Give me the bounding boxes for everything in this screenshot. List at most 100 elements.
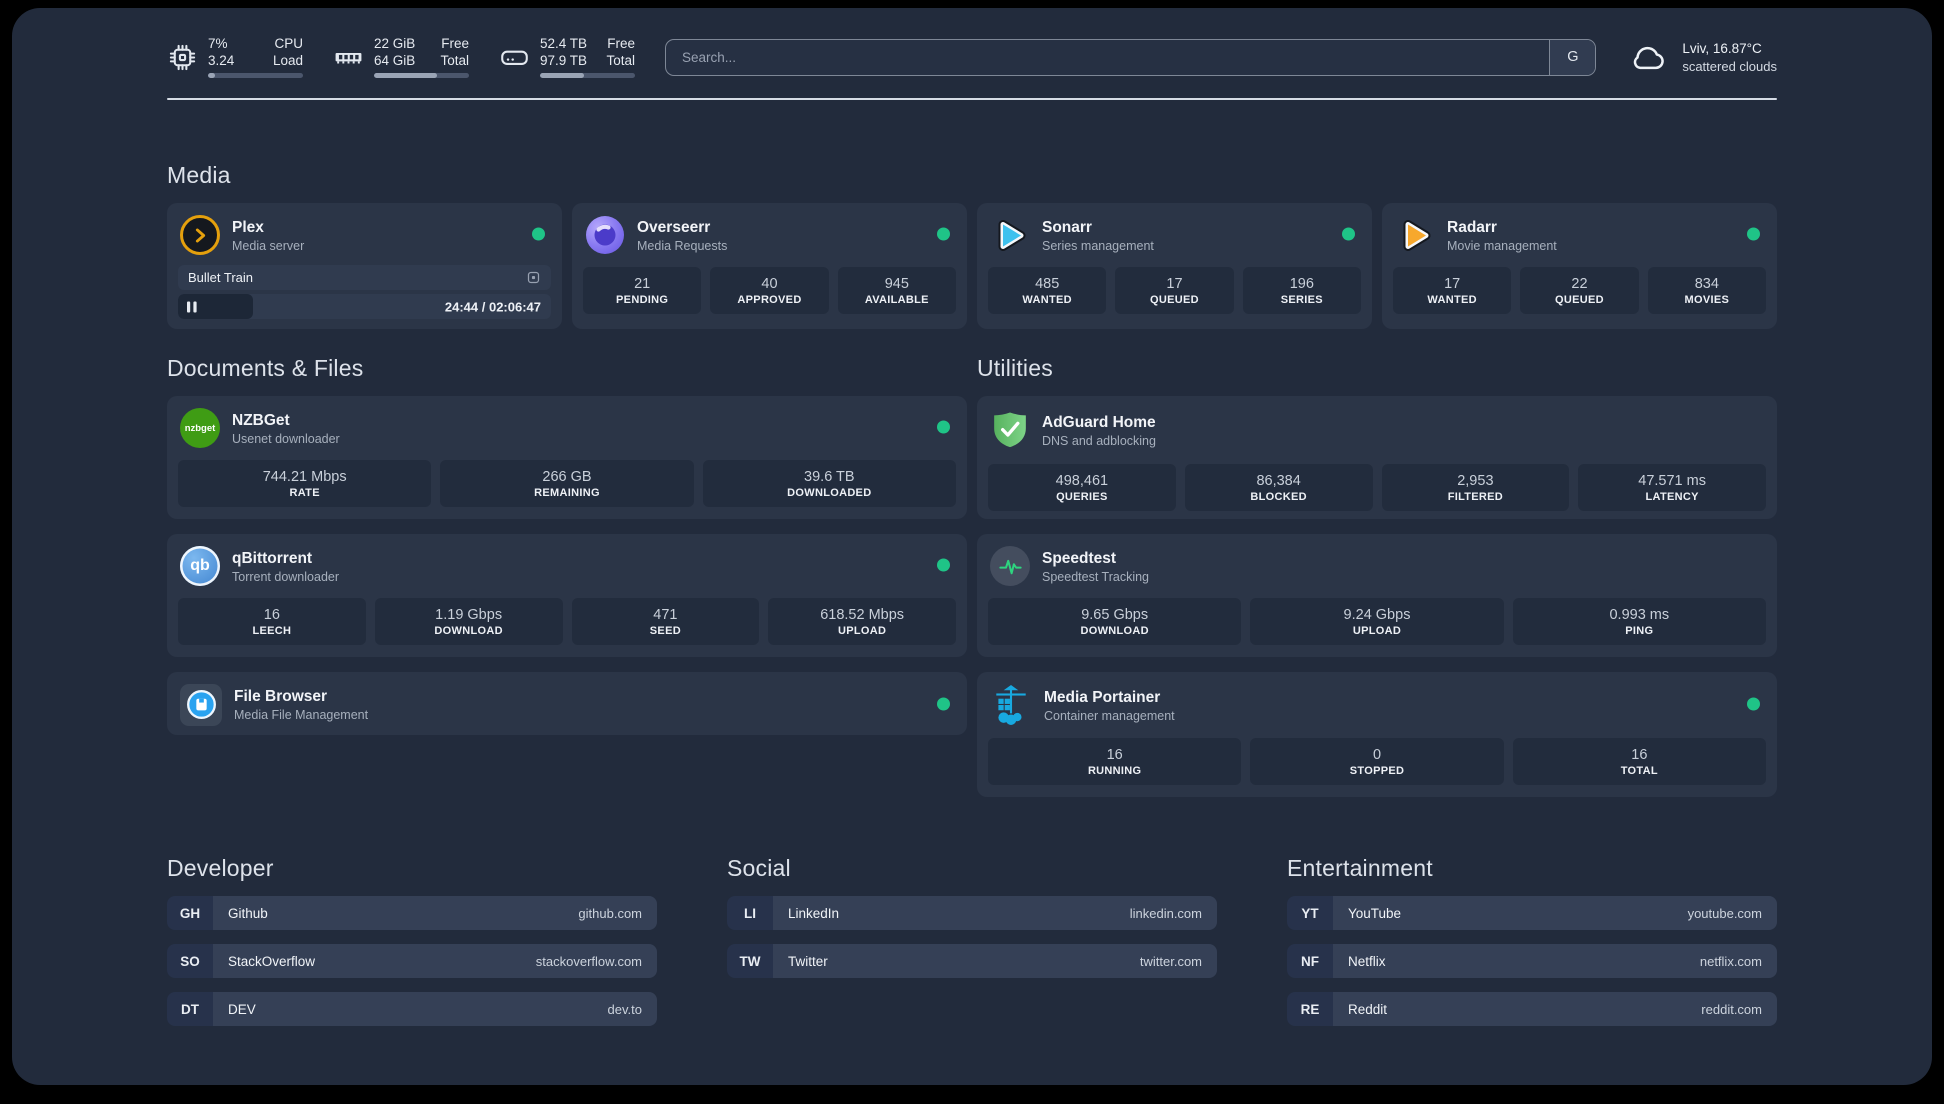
speedtest-title: Speedtest	[1042, 549, 1117, 567]
portainer-stat-stopped: 0 STOPPED	[1250, 738, 1504, 785]
reddit-name: Reddit	[1348, 1001, 1388, 1017]
adguard-stat-queries: 498,461 QUERIES	[988, 464, 1176, 511]
radarr-card[interactable]: Radarr Movie management 17 WANTED 22 QUEUE…	[1382, 203, 1777, 329]
pause-icon[interactable]	[187, 301, 197, 312]
plex-now-playing-title: Bullet Train	[188, 270, 254, 285]
linkedin-tag: LI	[727, 896, 773, 930]
qbittorrent-stat-seed: 471 SEED	[571, 598, 760, 645]
ram-stat-widget: 22 GiB Free 64 GiB Total	[333, 36, 469, 78]
disk-value-top: 52.4 TB	[540, 36, 588, 52]
netflix-tag: NF	[1287, 944, 1333, 978]
speedtest-stat-download: 9.65 Gbps DOWNLOAD	[988, 598, 1242, 645]
ram-label-top: Free	[441, 36, 469, 52]
reddit-url: reddit.com	[1701, 1001, 1762, 1017]
entertainment-heading: Entertainment	[1287, 855, 1433, 881]
nzbget-stat-rate: 744.21 Mbps RATE	[178, 460, 432, 507]
nzbget-card[interactable]: nzbget NZBGet Usenet downloader 744.21 M…	[167, 396, 967, 519]
adguard-stat-blocked: 86,384 BLOCKED	[1184, 464, 1373, 511]
plex-subtitle: Media server	[232, 238, 305, 253]
search-engine-button[interactable]: G	[1549, 39, 1596, 75]
plex-time: 24:44 / 02:06:47	[444, 299, 541, 314]
qbittorrent-title: qBittorrent	[232, 549, 313, 567]
sonarr-title: Sonarr	[1042, 218, 1092, 236]
disk-icon	[499, 42, 530, 73]
plex-status-dot	[532, 227, 545, 241]
plex-title: Plex	[232, 218, 264, 236]
ram-progress-bar	[374, 73, 469, 78]
weather-location-temp: Lviv, 16.87°C	[1682, 40, 1762, 56]
cpu-progress-bar	[208, 73, 303, 78]
section-social: Social LI LinkedIn linkedin.com TW Twitte…	[727, 855, 1217, 1026]
sonarr-stat-wanted: 485 WANTED	[988, 267, 1107, 314]
speedtest-card[interactable]: Speedtest Speedtest Tracking 9.65 Gbps DO…	[977, 534, 1777, 657]
search-bar: G	[665, 38, 1597, 76]
sonarr-card[interactable]: Sonarr Series management 485 WANTED 17 QUE…	[977, 203, 1372, 329]
overseerr-stat-available: 945 AVAILABLE	[837, 267, 956, 314]
developer-heading: Developer	[167, 855, 274, 881]
screen-icon[interactable]	[526, 270, 541, 285]
portainer-stat-running: 16 RUNNING	[988, 738, 1242, 785]
documents-heading: Documents & Files	[167, 355, 364, 381]
link-netflix[interactable]: NF Netflix netflix.com	[1287, 944, 1777, 978]
stackoverflow-url: stackoverflow.com	[535, 953, 642, 969]
twitter-name: Twitter	[788, 953, 828, 969]
portainer-status-dot	[1747, 697, 1760, 711]
section-media: Media Plex Media server Bullet Train 24:…	[167, 162, 1777, 329]
cloud-icon	[1626, 37, 1670, 77]
plex-card[interactable]: Plex Media server Bullet Train 24:44 / 0…	[167, 203, 562, 329]
radarr-title: Radarr	[1447, 218, 1497, 236]
link-github[interactable]: GH Github github.com	[167, 896, 657, 930]
github-url: github.com	[578, 905, 642, 921]
link-twitter[interactable]: TW Twitter twitter.com	[727, 944, 1217, 978]
overseerr-card[interactable]: Overseerr Media Requests 21 PENDING 40 APP…	[572, 203, 967, 329]
portainer-card[interactable]: Media Portainer Container management 16 R…	[977, 672, 1777, 797]
link-linkedin[interactable]: LI LinkedIn linkedin.com	[727, 896, 1217, 930]
filebrowser-card[interactable]: File Browser Media File Management	[167, 672, 967, 735]
qbittorrent-stat-upload: 618.52 Mbps UPLOAD	[768, 598, 956, 645]
overseerr-subtitle: Media Requests	[637, 238, 728, 253]
portainer-subtitle: Container management	[1044, 708, 1175, 723]
twitter-tag: TW	[727, 944, 773, 978]
cpu-label-bottom: Load	[272, 52, 303, 68]
link-reddit[interactable]: RE Reddit reddit.com	[1287, 992, 1777, 1026]
sonarr-stat-queued: 17 QUEUED	[1115, 267, 1234, 314]
radarr-subtitle: Movie management	[1447, 238, 1557, 253]
utilities-heading: Utilities	[977, 355, 1053, 381]
linkedin-url: linkedin.com	[1129, 905, 1202, 921]
section-entertainment: Entertainment YT YouTube youtube.com NF N…	[1287, 855, 1777, 1026]
linkedin-name: LinkedIn	[788, 905, 840, 921]
search-input[interactable]	[666, 39, 1550, 75]
overseerr-stat-approved: 40 APPROVED	[710, 267, 829, 314]
link-youtube[interactable]: YT YouTube youtube.com	[1287, 896, 1777, 930]
link-dev[interactable]: DT DEV dev.to	[167, 992, 657, 1026]
social-heading: Social	[727, 855, 791, 881]
system-stats: 7% CPU 3.24 Load 22 GiB Free 64 GiB Tota…	[167, 36, 635, 78]
reddit-tag: RE	[1287, 992, 1333, 1026]
cpu-value-top: 7%	[208, 36, 228, 52]
stackoverflow-name: StackOverflow	[228, 953, 316, 969]
portainer-icon	[990, 684, 1032, 726]
adguard-stat-latency: 47.571 ms LATENCY	[1578, 464, 1766, 511]
sonarr-subtitle: Series management	[1042, 238, 1154, 253]
link-stackoverflow[interactable]: SO StackOverflow stackoverflow.com	[167, 944, 657, 978]
radarr-stat-queued: 22 QUEUED	[1520, 267, 1639, 314]
section-developer: Developer GH Github github.com SO StackOv…	[167, 855, 657, 1026]
github-name: Github	[228, 905, 268, 921]
disk-label-bottom: Total	[606, 52, 635, 68]
nzbget-status-dot	[937, 420, 950, 434]
adguard-icon	[990, 408, 1030, 452]
adguard-card[interactable]: AdGuard Home DNS and adblocking 498,461 Q…	[977, 396, 1777, 519]
overseerr-stat-pending: 21 PENDING	[583, 267, 702, 314]
adguard-subtitle: DNS and adblocking	[1042, 433, 1156, 448]
youtube-tag: YT	[1287, 896, 1333, 930]
weather-widget: Lviv, 16.87°C scattered clouds	[1626, 37, 1777, 77]
plex-now-playing-row: Bullet Train	[178, 265, 551, 290]
qbittorrent-card[interactable]: qb qBittorrent Torrent downloader 16 LEEC…	[167, 534, 967, 657]
overseerr-icon	[585, 215, 625, 255]
radarr-stat-movies: 834 MOVIES	[1647, 267, 1766, 314]
cpu-icon	[167, 42, 198, 73]
twitter-url: twitter.com	[1139, 953, 1202, 969]
speedtest-stat-upload: 9.24 Gbps UPLOAD	[1250, 598, 1504, 645]
radarr-icon	[1395, 215, 1435, 255]
qbittorrent-status-dot	[937, 558, 950, 572]
